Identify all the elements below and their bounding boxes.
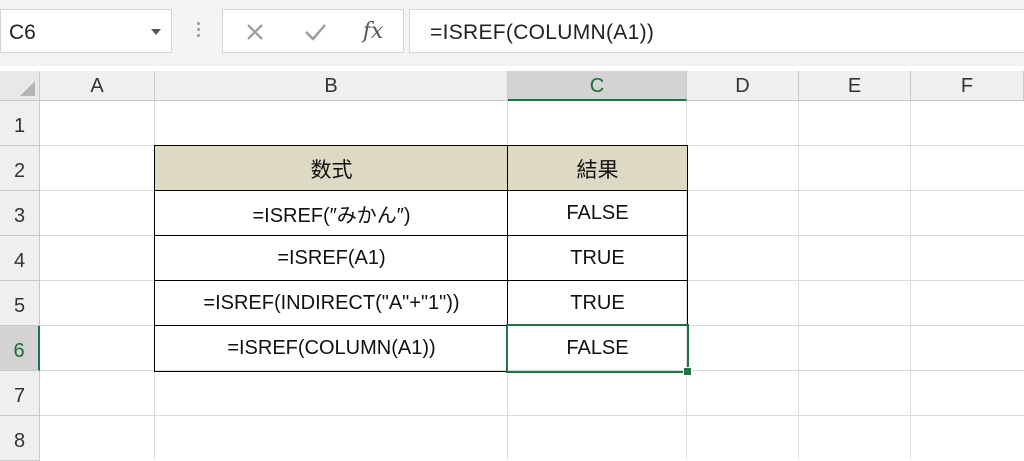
check-icon[interactable]: [295, 16, 335, 48]
row-header-6[interactable]: 6: [0, 326, 40, 371]
row-header-2[interactable]: 2: [0, 146, 40, 191]
column-header-a[interactable]: A: [40, 71, 155, 101]
row-header-3[interactable]: 3: [0, 191, 40, 236]
cell-c5[interactable]: TRUE: [508, 281, 687, 326]
name-box-value: C6: [9, 21, 36, 44]
header-cell-formula[interactable]: 数式: [155, 146, 508, 191]
more-options-icon[interactable]: [192, 20, 204, 44]
cell-b3[interactable]: =ISREF(″みかん″): [155, 191, 508, 236]
row-header-8[interactable]: 8: [0, 416, 40, 461]
column-header-f[interactable]: F: [911, 71, 1024, 101]
formula-buttons: fx: [222, 9, 404, 53]
formula-bar: C6 fx =ISREF(COLUMN(A1)): [0, 0, 1024, 66]
insert-function-button[interactable]: fx: [353, 16, 393, 48]
column-header-d[interactable]: D: [687, 71, 799, 101]
cell-c3[interactable]: FALSE: [508, 191, 687, 236]
cell-c4[interactable]: TRUE: [508, 236, 687, 281]
row-header-1[interactable]: 1: [0, 101, 40, 146]
cell-b5[interactable]: =ISREF(INDIRECT("A"+"1")): [155, 281, 508, 326]
spreadsheet-grid: A B C D E F 1 2 3 4 5 6 7 8 数式 結果 =ISREF…: [0, 71, 1024, 461]
active-cell-selection: [506, 324, 689, 373]
name-box[interactable]: C6: [0, 9, 172, 53]
cell-b4[interactable]: =ISREF(A1): [155, 236, 508, 281]
column-header-e[interactable]: E: [799, 71, 911, 101]
row-header-7[interactable]: 7: [0, 371, 40, 416]
cross-icon[interactable]: [235, 16, 275, 48]
gridline: [40, 415, 1024, 416]
select-all-button[interactable]: [0, 71, 40, 101]
column-header-c[interactable]: C: [508, 71, 687, 101]
row-header-5[interactable]: 5: [0, 281, 40, 326]
row-header-4[interactable]: 4: [0, 236, 40, 281]
fill-handle[interactable]: [683, 367, 692, 376]
formula-input[interactable]: =ISREF(COLUMN(A1)): [409, 9, 1024, 53]
formula-text: =ISREF(COLUMN(A1)): [430, 21, 655, 44]
header-cell-result[interactable]: 結果: [508, 146, 687, 191]
cell-b6[interactable]: =ISREF(COLUMN(A1)): [155, 326, 508, 371]
chevron-down-icon[interactable]: [151, 29, 161, 35]
column-header-b[interactable]: B: [155, 71, 508, 101]
